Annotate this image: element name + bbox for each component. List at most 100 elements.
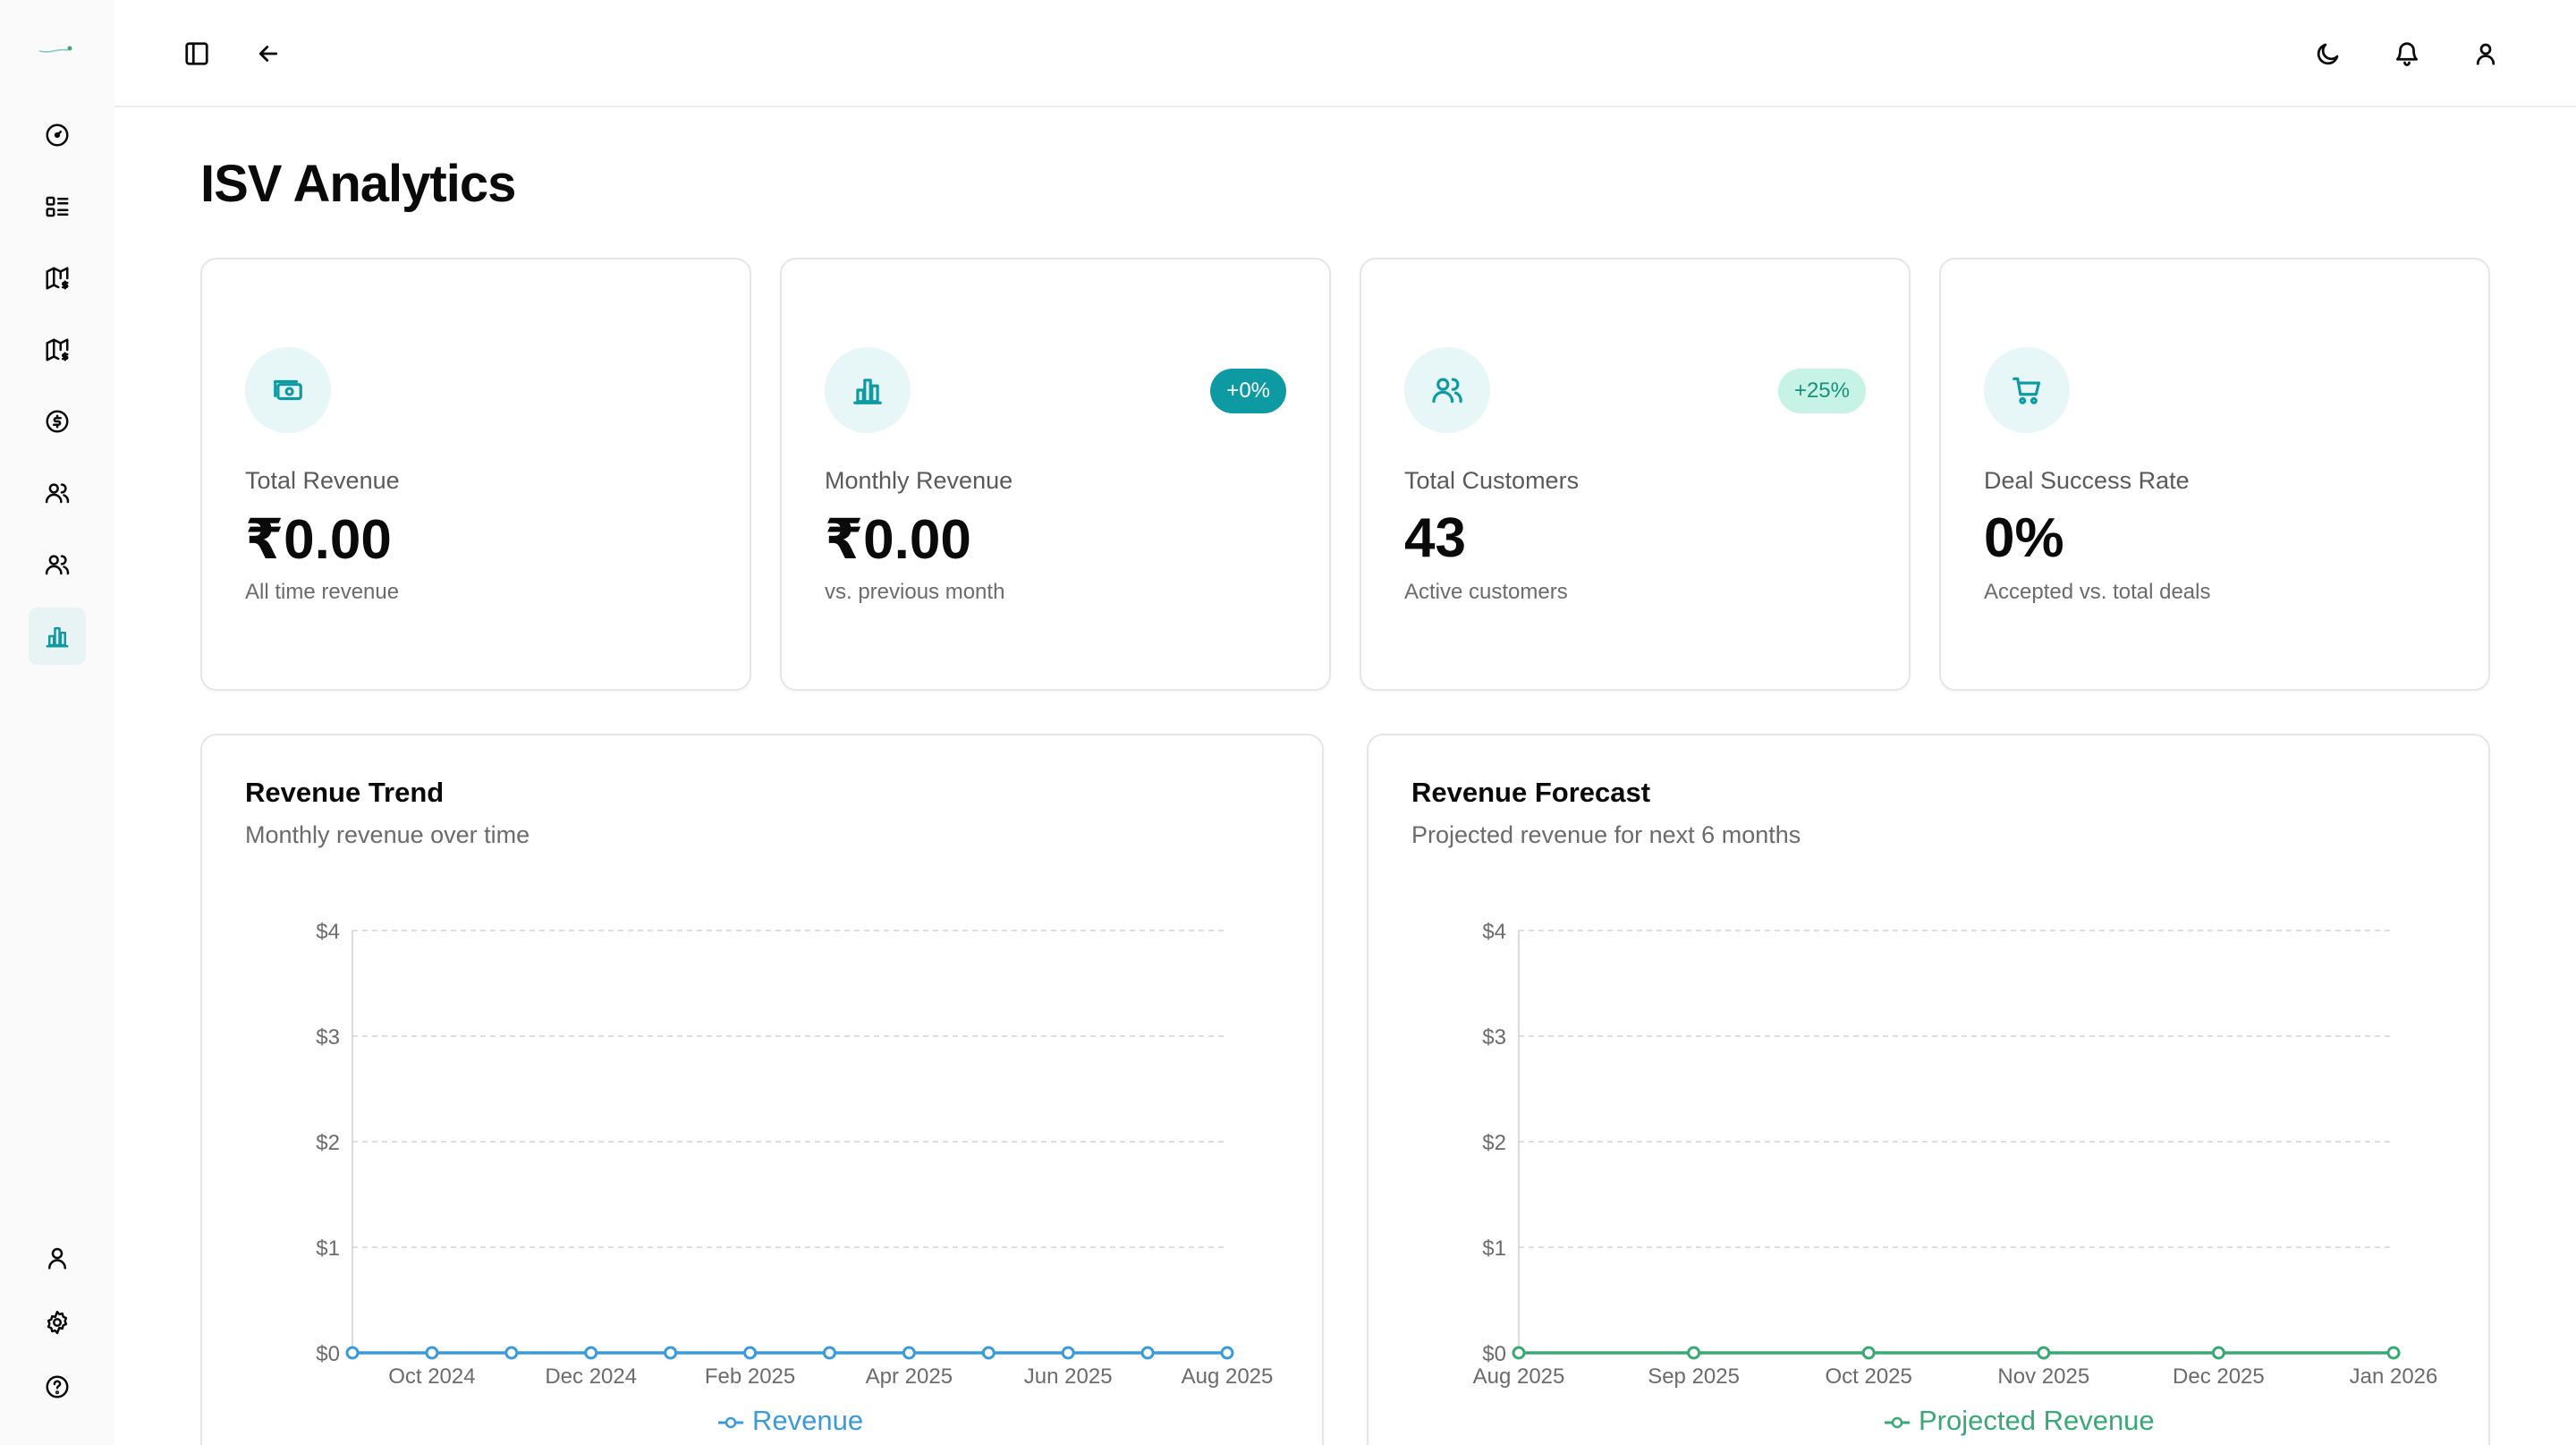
back-button[interactable]: [242, 27, 295, 81]
users-icon: [1432, 378, 1462, 404]
account-button[interactable]: [2459, 27, 2512, 81]
sidebar-item-partners[interactable]: [29, 536, 86, 593]
x-tick-label: Oct 2024: [388, 1364, 475, 1389]
kpi-card-deal-success-rate: Deal Success Rate 0% Accepted vs. total …: [1939, 258, 2490, 691]
x-tick-label: Apr 2025: [866, 1364, 953, 1389]
data-point[interactable]: [1220, 1346, 1234, 1360]
data-point[interactable]: [425, 1346, 439, 1360]
x-tick-label: Dec 2024: [545, 1364, 637, 1389]
data-point[interactable]: [504, 1346, 519, 1360]
revenue-forecast-card: Revenue Forecast Projected revenue for n…: [1367, 734, 2490, 1445]
x-tick-label: Oct 2025: [1825, 1364, 1911, 1389]
x-tick-label: Feb 2025: [705, 1364, 795, 1389]
notifications-button[interactable]: [2380, 27, 2434, 81]
sidebar-item-dashboard[interactable]: [29, 106, 86, 164]
y-tick-label: $0: [316, 1342, 340, 1366]
panel-left-icon: [185, 42, 208, 65]
bar-chart-icon: [853, 378, 882, 404]
sidebar: [0, 0, 114, 1445]
top-bar: [114, 0, 2576, 107]
legend-label[interactable]: Revenue: [752, 1405, 863, 1436]
kpi-label: Monthly Revenue: [825, 467, 1013, 494]
sidebar-item-customers[interactable]: [29, 464, 86, 522]
y-tick-label: $2: [1482, 1131, 1506, 1155]
legend-marker: [1891, 1416, 1903, 1429]
kpi-subtext: Active customers: [1404, 580, 1568, 604]
revenue-trend-chart: $0 $1 $2 $3 $4 Oct 2024 Dec 2024 Feb 2025 Apr 20…: [316, 920, 1274, 1436]
cart-icon: [2012, 377, 2041, 404]
dollar-circle-icon: [46, 410, 69, 433]
brand-logo[interactable]: [38, 43, 75, 55]
kpi-card-total-customers: +25% Total Customers 43 Active customers: [1360, 258, 1911, 691]
settings-icon: [47, 1310, 68, 1335]
y-tick-label: $4: [316, 920, 340, 944]
legend-marker: [724, 1416, 737, 1429]
moon-icon: [2317, 43, 2339, 65]
kpi-card-monthly-revenue: +0% Monthly Revenue ₹0.00 vs. previous m…: [780, 258, 1331, 691]
kpi-icon-wrap: [1984, 347, 2070, 433]
revenue-trend-card: Revenue Trend Monthly revenue over time …: [200, 734, 1324, 1445]
data-point[interactable]: [743, 1346, 758, 1360]
bar-chart-icon: [46, 627, 69, 648]
sidebar-item-territory[interactable]: [29, 250, 86, 307]
x-tick-label: Jan 2026: [2350, 1364, 2438, 1389]
sidebar-settings[interactable]: [29, 1294, 86, 1351]
data-point[interactable]: [1861, 1346, 1876, 1360]
list-icon: [46, 196, 69, 217]
sidebar-item-billing[interactable]: [29, 393, 86, 450]
kpi-value: 0%: [1984, 507, 2064, 569]
data-point[interactable]: [1061, 1346, 1075, 1360]
kpi-icon-wrap: [825, 347, 911, 433]
data-point[interactable]: [2037, 1346, 2051, 1360]
data-point[interactable]: [2386, 1346, 2401, 1360]
trend-badge: +0%: [1210, 369, 1286, 413]
users-icon: [45, 555, 70, 575]
data-point[interactable]: [345, 1346, 360, 1360]
data-point[interactable]: [1687, 1346, 1701, 1360]
x-tick-label: Sep 2025: [1648, 1364, 1740, 1389]
kpi-subtext: Accepted vs. total deals: [1984, 580, 2211, 604]
kpi-label: Deal Success Rate: [1984, 467, 2190, 494]
x-tick-label: Aug 2025: [1473, 1364, 1565, 1389]
kpi-label: Total Customers: [1404, 467, 1580, 494]
sidebar-item-list[interactable]: [29, 178, 86, 235]
data-point[interactable]: [981, 1346, 996, 1360]
data-point[interactable]: [902, 1346, 916, 1360]
banknote-icon: [274, 379, 302, 401]
kpi-subtext: vs. previous month: [825, 580, 1005, 604]
data-point[interactable]: [584, 1346, 598, 1360]
sidebar-item-analytics[interactable]: [29, 608, 86, 665]
revenue-forecast-chart: $0 $1 $2 $3 $4 Aug 2025 Sep 2025 Oct 2025 Nov 20…: [1473, 920, 2438, 1436]
sidebar-profile[interactable]: [29, 1229, 86, 1287]
kpi-value: 43: [1404, 507, 1466, 569]
legend-label[interactable]: Projected Revenue: [1919, 1405, 2155, 1436]
sidebar-item-territory-2[interactable]: [29, 321, 86, 378]
gauge-icon: [46, 123, 69, 147]
y-tick-label: $1: [1482, 1237, 1506, 1261]
theme-toggle-button[interactable]: [2301, 27, 2355, 81]
data-point[interactable]: [1512, 1346, 1526, 1360]
x-tick-label: Jun 2025: [1024, 1364, 1113, 1389]
data-point[interactable]: [822, 1346, 836, 1360]
arrow-left-icon: [258, 46, 278, 62]
y-tick-label: $1: [316, 1237, 340, 1261]
sidebar-help[interactable]: [29, 1358, 86, 1415]
kpi-icon-wrap: [1404, 347, 1490, 433]
y-tick-label: $2: [316, 1131, 340, 1155]
y-tick-label: $3: [1482, 1025, 1506, 1050]
kpi-card-total-revenue: Total Revenue ₹0.00 All time revenue: [200, 258, 751, 691]
help-circle-icon: [46, 1375, 69, 1398]
kpi-label: Total Revenue: [245, 467, 400, 494]
y-tick-label: $3: [316, 1025, 340, 1050]
page-title: ISV Analytics: [200, 155, 516, 213]
data-point[interactable]: [2211, 1346, 2225, 1360]
toggle-sidebar-button[interactable]: [170, 27, 224, 81]
trend-badge: +25%: [1777, 369, 1866, 413]
x-tick-label: Dec 2025: [2173, 1364, 2265, 1389]
x-tick-label: Aug 2025: [1182, 1364, 1274, 1389]
data-point[interactable]: [664, 1346, 678, 1360]
user-icon: [48, 1247, 66, 1270]
data-point[interactable]: [1140, 1346, 1155, 1360]
user-icon: [2476, 43, 2496, 65]
y-tick-label: $0: [1482, 1342, 1506, 1366]
